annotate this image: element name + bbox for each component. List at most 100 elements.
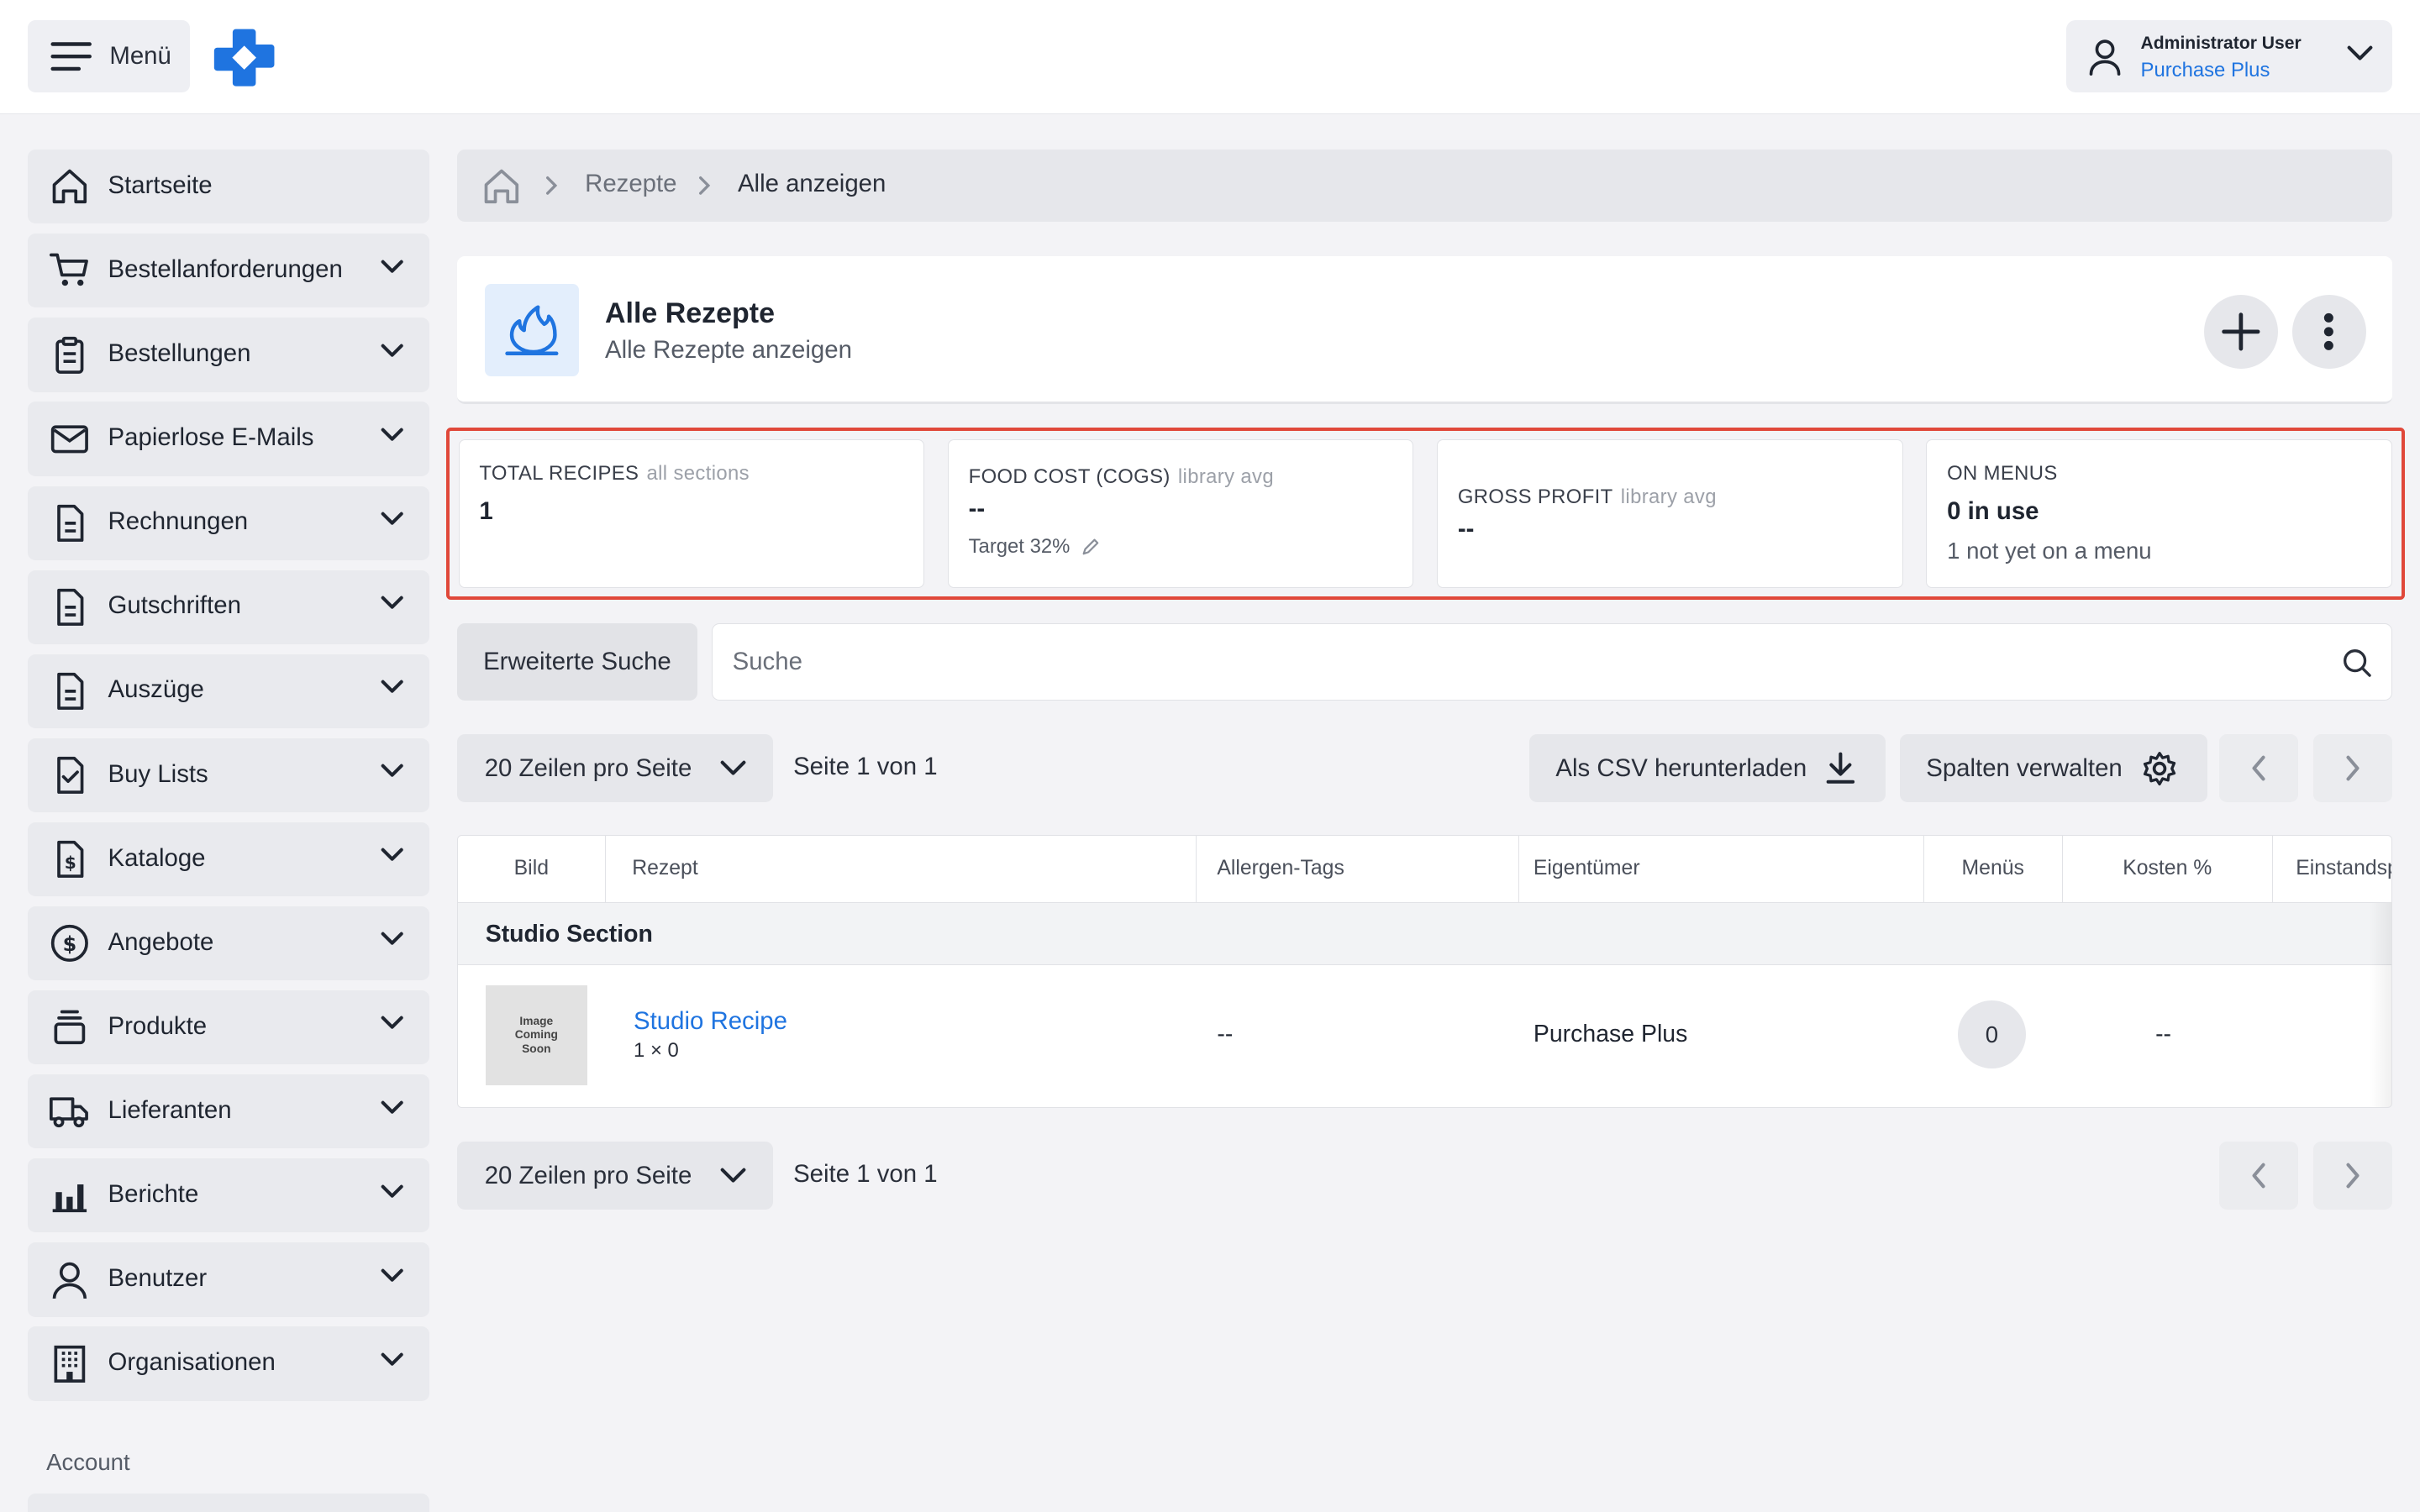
top-bar: Menü Administrator User Purchase Plus: [0, 0, 2420, 114]
csv-download-button[interactable]: Als CSV herunterladen: [1529, 734, 1886, 803]
next-page-button[interactable]: [2313, 734, 2392, 803]
user-menu[interactable]: Administrator User Purchase Plus: [2066, 19, 2392, 93]
column-header-kosten[interactable]: Kosten %: [2063, 835, 2273, 902]
chevron-down-icon: [381, 428, 403, 441]
search-input[interactable]: [712, 624, 2391, 700]
stat-value: --: [1457, 514, 1475, 543]
sidebar-section-account: Account: [46, 1448, 130, 1475]
sidebar-item-benutzer[interactable]: Benutzer: [28, 1242, 429, 1317]
group-label: Studio Section: [485, 920, 653, 948]
user-icon: [52, 1262, 87, 1299]
stack-icon: [54, 1010, 85, 1045]
sidebar-item-label: Papierlose E-Mails: [108, 423, 314, 452]
stat-label: ON MENUS: [1947, 462, 2058, 486]
sidebar-item-produkte[interactable]: Produkte: [28, 990, 429, 1065]
stat-hint: library avg: [1620, 485, 1717, 508]
advanced-search-button[interactable]: Erweiterte Suche: [456, 623, 698, 701]
stat-food-cost: FOOD COST (COGS) library avg -- Target 32…: [947, 439, 1414, 588]
sidebar-item-label: Angebote: [108, 927, 214, 956]
sidebar-item-lieferanten[interactable]: Lieferanten: [28, 1074, 429, 1149]
column-header-bild[interactable]: Bild: [458, 835, 606, 902]
stat-label: FOOD COST (COGS) library avg: [969, 465, 1274, 489]
menu-button[interactable]: Menü: [28, 19, 190, 93]
document-icon: [56, 672, 84, 710]
svg-text:$: $: [65, 853, 76, 873]
target-text: Target 32%: [968, 534, 1071, 558]
chevron-down-icon: [720, 1168, 746, 1183]
page-title: Alle Rezepte: [604, 297, 775, 330]
column-header-eigentuemer[interactable]: Eigentümer: [1519, 835, 1924, 902]
sidebar-item-label: Produkte: [108, 1011, 208, 1040]
logo[interactable]: [213, 26, 276, 89]
sidebar-item-label: Lieferanten: [108, 1095, 232, 1124]
pencil-icon[interactable]: [1081, 537, 1101, 557]
sidebar-item-label: Startseite: [108, 171, 213, 199]
rows-per-page-select-bottom[interactable]: 20 Zeilen pro Seite: [456, 1142, 774, 1210]
rows-per-page-select[interactable]: 20 Zeilen pro Seite: [456, 734, 774, 803]
column-header-rezept[interactable]: Rezept: [606, 835, 1197, 902]
column-header-einstandspreis[interactable]: Einstandspreis: [2273, 836, 2391, 902]
sidebar-item-label: Berichte: [108, 1179, 199, 1208]
stat-label-text: GROSS PROFIT: [1457, 485, 1613, 508]
title-icon-box: [484, 283, 579, 377]
sidebar-item-angebote[interactable]: $ Angebote: [28, 906, 429, 981]
stat-value: 1: [479, 497, 493, 526]
sidebar-item-kataloge[interactable]: $ Kataloge: [28, 822, 429, 897]
more-options-button[interactable]: [2291, 294, 2366, 369]
prev-page-button-bottom[interactable]: [2219, 1142, 2298, 1210]
stat-target[interactable]: Target 32%: [969, 535, 1101, 559]
next-page-button-bottom[interactable]: [2313, 1142, 2392, 1210]
sidebar-item-account[interactable]: [28, 1493, 429, 1512]
dollar-circle-icon: $: [50, 925, 88, 963]
search-icon[interactable]: [2342, 648, 2373, 679]
recipe-yield: 1 × 0: [634, 1039, 679, 1063]
cart-icon: [49, 254, 88, 286]
sidebar-item-startseite[interactable]: Startseite: [28, 150, 429, 224]
breadcrumb-rezepte[interactable]: Rezepte: [585, 170, 676, 198]
sidebar-item-label: Gutschriften: [108, 591, 241, 620]
user-name: Administrator User: [2140, 34, 2302, 54]
column-header-menues[interactable]: Menüs: [1924, 835, 2063, 902]
sidebar-item-buy-lists[interactable]: Buy Lists: [28, 738, 429, 812]
chevron-down-icon: [381, 344, 403, 357]
chevron-right-icon: [2346, 1163, 2360, 1189]
clipboard-icon: [55, 336, 84, 374]
add-recipe-button[interactable]: [2203, 294, 2278, 369]
home-icon[interactable]: [481, 166, 522, 207]
sidebar-item-label: Benutzer: [108, 1264, 208, 1293]
sidebar-item-rechnungen[interactable]: Rechnungen: [28, 486, 429, 560]
chevron-down-icon: [381, 680, 403, 693]
menu-label: Menü: [109, 42, 171, 71]
chevron-left-icon: [2252, 1163, 2265, 1189]
prev-page-button[interactable]: [2219, 734, 2298, 803]
svg-text:$: $: [62, 932, 76, 956]
search-box: [711, 623, 2392, 701]
sidebar-item-auszuege[interactable]: Auszüge: [28, 654, 429, 728]
group-row: Studio Section: [457, 903, 2391, 965]
sidebar-item-gutschriften[interactable]: Gutschriften: [28, 570, 429, 644]
page: Menü Administrator User Purchase Plus St…: [0, 0, 2420, 1512]
chevron-down-icon: [381, 1268, 403, 1282]
sidebar-item-berichte[interactable]: Berichte: [28, 1158, 429, 1233]
sidebar-item-papierlose-emails[interactable]: Papierlose E-Mails: [28, 402, 429, 476]
menus-count-badge[interactable]: 0: [1957, 1000, 2026, 1068]
allergen-tags-cell: --: [1217, 1021, 1234, 1048]
chevron-down-icon: [720, 760, 746, 775]
stat-label: TOTAL RECIPES all sections: [479, 462, 750, 486]
sidebar-item-bestellungen[interactable]: Bestellungen: [28, 318, 429, 392]
stat-label: GROSS PROFIT library avg: [1458, 486, 1717, 509]
stat-on-menus: ON MENUS 0 in use 1 not yet on a menu: [1926, 439, 2392, 588]
sidebar-item-bestellanforderungen[interactable]: Bestellanforderungen: [28, 234, 429, 308]
sidebar-item-label: Auszüge: [108, 675, 204, 704]
stat-total-recipes: TOTAL RECIPES all sections 1: [458, 439, 925, 588]
manage-columns-button[interactable]: Spalten verwalten: [1900, 734, 2207, 803]
horizontal-scroll-shadow: [2370, 903, 2391, 1107]
chevron-down-icon: [2347, 45, 2373, 60]
title-card: Alle Rezepte Alle Rezepte anzeigen: [456, 255, 2392, 405]
chevron-right-icon: [2346, 755, 2360, 781]
truck-icon: [49, 1097, 88, 1128]
column-header-allergen-tags[interactable]: Allergen-Tags: [1197, 835, 1520, 902]
recipe-link[interactable]: Studio Recipe: [634, 1007, 787, 1036]
rows-per-page-label: 20 Zeilen pro Seite: [484, 753, 692, 782]
sidebar-item-organisationen[interactable]: Organisationen: [28, 1326, 429, 1401]
